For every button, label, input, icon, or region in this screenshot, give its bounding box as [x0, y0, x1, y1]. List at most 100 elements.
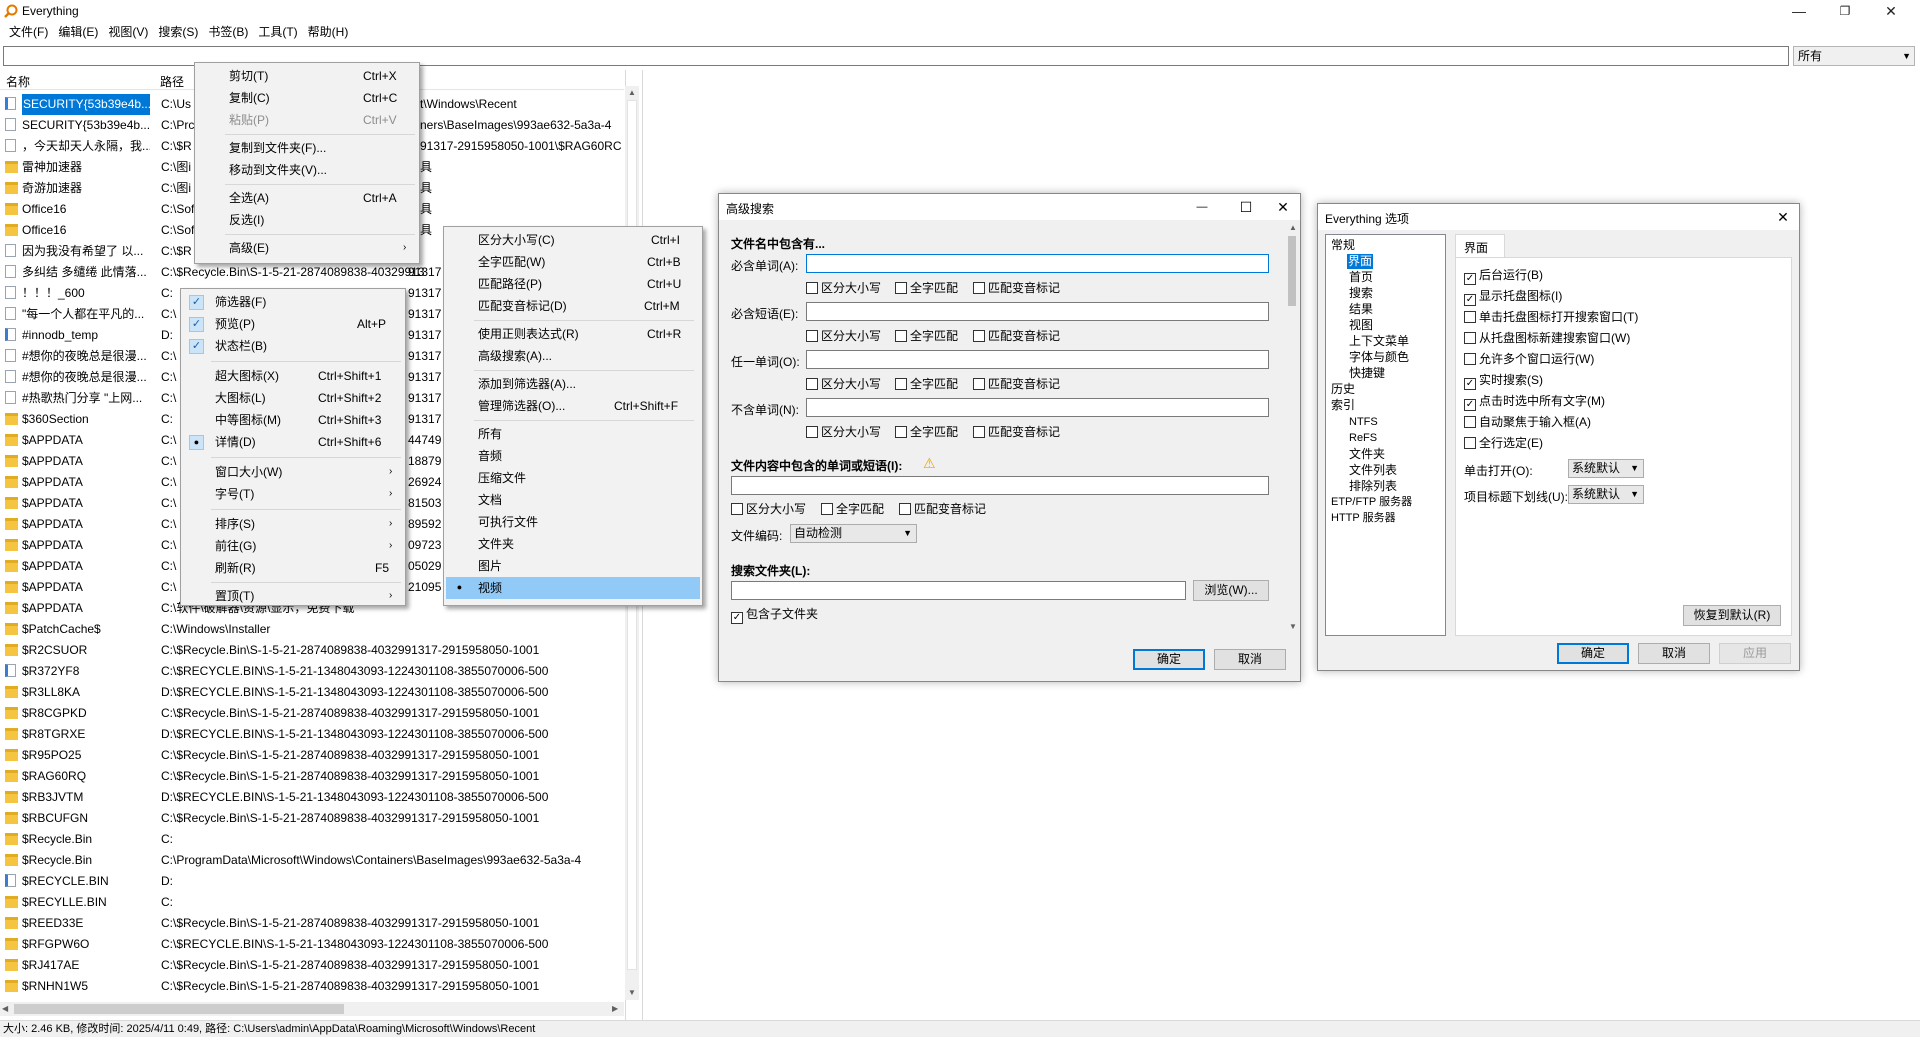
auto-focus-input-checkbox[interactable]: 自动聚焦于输入框(A) [1464, 415, 1591, 431]
apply-button[interactable]: 应用 [1719, 643, 1791, 664]
scroll-up-icon[interactable]: ▲ [1289, 223, 1297, 232]
menu-item-filter-audio[interactable]: 音频 [446, 445, 700, 467]
maximize-button[interactable]: ☐ [1231, 196, 1261, 218]
scroll-right-icon[interactable]: ▶ [612, 1004, 618, 1013]
include-subfolders-checkbox[interactable]: ✓ 包含子文件夹 [731, 607, 818, 624]
scroll-down-icon[interactable]: ▼ [628, 988, 636, 997]
menu-item-medium-icons[interactable]: 中等图标(M) Ctrl+Shift+3 [183, 409, 403, 431]
table-row[interactable]: $RECYLLE.BIN C: [0, 892, 624, 913]
minimize-button[interactable]: — [1776, 0, 1822, 24]
table-row[interactable]: $R2CSUOR C:\$Recycle.Bin\S-1-5-21-2874089… [0, 640, 624, 661]
menu-item-add-to-filters[interactable]: 添加到筛选器(A)... [446, 373, 700, 395]
tree-item-context-menu[interactable]: 上下文菜单 [1349, 334, 1409, 349]
close-button[interactable]: ✕ [1268, 196, 1298, 218]
restore-defaults-button[interactable]: 恢复到默认(R) [1683, 605, 1781, 626]
close-button[interactable]: ✕ [1768, 206, 1798, 228]
select-all-on-click-checkbox[interactable]: ✓ 点击时选中所有文字(M) [1464, 394, 1605, 411]
content-input[interactable] [731, 476, 1269, 495]
menu-item-filter-executable[interactable]: 可执行文件 [446, 511, 700, 533]
tree-item-home[interactable]: 首页 [1349, 270, 1373, 285]
any-word-input[interactable] [806, 350, 1269, 369]
menu-item-invert-selection[interactable]: 反选(I) [197, 209, 417, 231]
menu-item-on-top[interactable]: 置顶(T) › [183, 585, 403, 607]
menu-item-match-case[interactable]: 区分大小写(C) Ctrl+I [446, 229, 700, 251]
ok-button[interactable]: 确定 [1133, 649, 1205, 670]
menu-item-sort[interactable]: 排序(S) › [183, 513, 403, 535]
content-whole-checkbox[interactable]: 全字匹配 [821, 502, 884, 518]
tree-item-fonts-colors[interactable]: 字体与颜色 [1349, 350, 1409, 365]
table-row[interactable]: $R95PO25 C:\$Recycle.Bin\S-1-5-21-2874089… [0, 745, 624, 766]
scroll-down-icon[interactable]: ▼ [1289, 622, 1297, 631]
menu-item-filter-picture[interactable]: 图片 [446, 555, 700, 577]
scroll-left-icon[interactable]: ◀ [2, 1004, 8, 1013]
menu-item-paste[interactable]: 粘贴(P) Ctrl+V [197, 109, 417, 131]
content-case-checkbox[interactable]: 区分大小写 [731, 502, 806, 518]
must-word-case-checkbox[interactable]: 区分大小写 [806, 281, 881, 297]
tree-item-search[interactable]: 搜索 [1349, 286, 1373, 301]
table-row[interactable]: $R8CGPKD C:\$Recycle.Bin\S-1-5-21-2874089… [0, 703, 624, 724]
folder-input[interactable] [731, 581, 1186, 600]
any-word-diacritic-checkbox[interactable]: 匹配变音标记 [973, 377, 1060, 393]
any-word-case-checkbox[interactable]: 区分大小写 [806, 377, 881, 393]
table-row[interactable]: $Recycle.Bin C: [0, 829, 624, 850]
menu-item-filter-video[interactable]: ● 视频 [446, 577, 700, 599]
table-row[interactable]: $RAG60RQ C:\$Recycle.Bin\S-1-5-21-2874089… [0, 766, 624, 787]
tray-single-click-checkbox[interactable]: 单击托盘图标打开搜索窗口(T) [1464, 310, 1638, 326]
menu-item-match-path[interactable]: 匹配路径(P) Ctrl+U [446, 273, 700, 295]
allow-multiple-windows-checkbox[interactable]: 允许多个窗口运行(W) [1464, 352, 1594, 368]
column-header-path[interactable]: 路径 [160, 73, 184, 90]
tray-new-window-checkbox[interactable]: 从托盘图标新建搜索窗口(W) [1464, 331, 1630, 347]
column-header-name[interactable]: 名称 [6, 73, 30, 90]
menu-edit[interactable]: 编辑(E) [53, 22, 103, 42]
minimize-button[interactable]: — [1187, 196, 1217, 218]
table-row[interactable]: $R372YF8 C:\$RECYCLE.BIN\S-1-5-21-1348043… [0, 661, 624, 682]
menu-item-filter-document[interactable]: 文档 [446, 489, 700, 511]
tree-item-folders[interactable]: 文件夹 [1349, 447, 1385, 462]
menu-search[interactable]: 搜索(S) [153, 22, 203, 42]
tab-ui[interactable]: 界面 [1455, 234, 1505, 258]
menu-item-statusbar[interactable]: ✓ 状态栏(B) [183, 335, 403, 357]
menu-item-filters[interactable]: ✓ 筛选器(F) [183, 291, 403, 313]
menu-help[interactable]: 帮助(H) [303, 22, 354, 42]
none-word-input[interactable] [806, 398, 1269, 417]
ok-button[interactable]: 确定 [1557, 643, 1629, 664]
filter-select[interactable]: 所有 ▼ [1793, 46, 1915, 66]
menu-item-font-size[interactable]: 字号(T) › [183, 483, 403, 505]
close-button[interactable]: ✕ [1868, 0, 1914, 24]
menu-item-goto[interactable]: 前往(G) › [183, 535, 403, 557]
menu-item-filter-compressed[interactable]: 压缩文件 [446, 467, 700, 489]
tree-item-etp-ftp-server[interactable]: ETP/FTP 服务器 [1331, 495, 1412, 510]
tree-item-ui[interactable]: 界面 [1347, 254, 1374, 269]
must-word-diacritic-checkbox[interactable]: 匹配变音标记 [973, 281, 1060, 297]
tree-item-history[interactable]: 历史 [1331, 382, 1355, 397]
encoding-select[interactable]: 自动检测 ▼ [790, 524, 917, 543]
run-background-checkbox[interactable]: ✓ 后台运行(B) [1464, 268, 1543, 285]
menu-tools[interactable]: 工具(T) [253, 22, 302, 42]
tree-item-file-lists[interactable]: 文件列表 [1349, 463, 1397, 478]
underline-titles-select[interactable]: 系统默认 ▼ [1568, 485, 1644, 504]
must-phrase-case-checkbox[interactable]: 区分大小写 [806, 329, 881, 345]
table-row[interactable]: $PatchCache$ C:\Windows\Installer [0, 619, 624, 640]
menu-item-preview[interactable]: ✓ 预览(P) Alt+P [183, 313, 403, 335]
menu-item-advanced-search[interactable]: 高级搜索(A)... [446, 345, 700, 367]
menu-item-extra-large-icons[interactable]: 超大图标(X) Ctrl+Shift+1 [183, 365, 403, 387]
menu-item-cut[interactable]: 剪切(T) Ctrl+X [197, 65, 417, 87]
menu-item-filter-all[interactable]: 所有 [446, 423, 700, 445]
must-word-whole-checkbox[interactable]: 全字匹配 [895, 281, 958, 297]
table-row[interactable]: $RB3JVTM D:\$RECYCLE.BIN\S-1-5-21-1348043… [0, 787, 624, 808]
tree-item-view[interactable]: 视图 [1349, 318, 1373, 333]
tree-item-refs[interactable]: ReFS [1349, 431, 1377, 446]
tree-item-ntfs[interactable]: NTFS [1349, 415, 1378, 430]
must-phrase-input[interactable] [806, 302, 1269, 321]
single-click-open-select[interactable]: 系统默认 ▼ [1568, 459, 1644, 478]
menu-item-regex[interactable]: 使用正则表达式(R) Ctrl+R [446, 323, 700, 345]
tree-item-keyboard[interactable]: 快捷键 [1349, 366, 1385, 381]
table-row[interactable]: $Recycle.Bin C:\ProgramData\Microsoft\Win… [0, 850, 624, 871]
maximize-button[interactable]: ❐ [1822, 0, 1868, 24]
tree-item-general[interactable]: 常规 [1331, 238, 1355, 253]
menu-item-advanced[interactable]: 高级(E) › [197, 237, 417, 259]
realtime-search-checkbox[interactable]: ✓ 实时搜索(S) [1464, 373, 1543, 390]
table-row[interactable]: $REED33E C:\$Recycle.Bin\S-1-5-21-2874089… [0, 913, 624, 934]
tree-item-http-server[interactable]: HTTP 服务器 [1331, 511, 1396, 526]
menu-item-window-size[interactable]: 窗口大小(W) › [183, 461, 403, 483]
